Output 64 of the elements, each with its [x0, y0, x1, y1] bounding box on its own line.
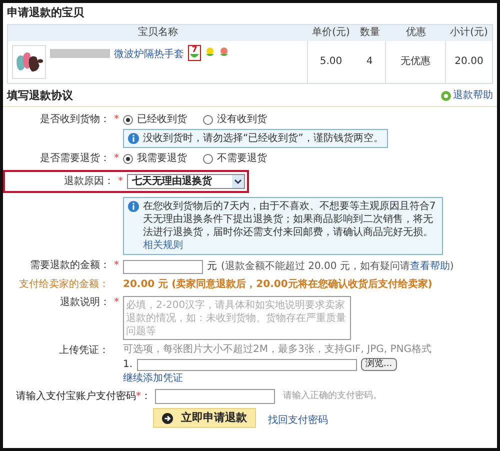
redacted-bar [50, 48, 110, 58]
item-name-link[interactable]: 微波炉隔热手套 [114, 46, 184, 62]
field-label: 需要退款的金额： [30, 259, 110, 273]
rules-link[interactable]: 相关规则 [143, 240, 183, 251]
field-label: 退款说明： [60, 296, 110, 310]
required-mark: * [114, 152, 119, 166]
radio-button[interactable] [123, 154, 133, 164]
field-label: 退款原因： [64, 174, 114, 188]
view-help-link[interactable]: 查看帮助 [410, 261, 450, 272]
add-proof-link[interactable]: 继续添加凭证 [123, 373, 432, 385]
quantity-cell: 4 [354, 40, 386, 82]
subtotal-cell-text: 20.00 [454, 55, 484, 69]
arrow-icon [162, 412, 173, 424]
required-mark: * [114, 113, 119, 127]
radio-label: 不需要退货 [217, 152, 267, 166]
reason-select[interactable]: 七天无理由退换货 [127, 174, 245, 189]
column-header: 数量 [359, 26, 381, 40]
file-path-field[interactable] [136, 358, 357, 370]
radio-button[interactable] [203, 154, 213, 164]
field-label: 是否收到货物： [40, 113, 110, 127]
file-index: 1. [123, 358, 133, 372]
section-title: 申请退款的宝贝 [6, 5, 85, 21]
field-label: 上传凭证： [59, 344, 109, 358]
column-header: 单价(元) [311, 26, 351, 40]
required-mark: * [114, 296, 119, 310]
seller-amount-text: 20.00 元 (卖家同意退款后，20.00元将在您确认收货后支付给卖家) [123, 278, 434, 292]
field-label: 请输入支付宝账户支付密码 [16, 390, 136, 404]
radio-label: 没有收到货 [217, 113, 267, 127]
password-input[interactable] [155, 389, 275, 404]
required-mark: * [118, 174, 123, 188]
submit-button[interactable]: 立即申请退款 [153, 408, 256, 428]
caret-icon [232, 175, 244, 188]
help-icon [441, 90, 451, 101]
field-label: 是否需要退货： [40, 152, 110, 166]
amount-input[interactable] [123, 260, 203, 274]
info-icon [128, 201, 139, 212]
help-link[interactable]: 退款帮助 [453, 88, 493, 104]
browse-button[interactable]: 浏览... [360, 358, 398, 371]
price-cell-text: 5.00 [318, 55, 344, 69]
recover-password-link[interactable]: 找回支付密码 [268, 413, 328, 428]
radio-button[interactable] [203, 115, 213, 125]
description-field[interactable]: 必填，2-200汉字，请具体和如实地说明要求卖家退款的情况，如：未收到货物、货物存在严重质量问题等 [123, 296, 351, 340]
flower-icon [205, 46, 215, 56]
colon-text: ： [141, 390, 151, 404]
column-header: 小计(元) [449, 26, 489, 40]
unit-text: 元 [207, 260, 217, 274]
info-icon [128, 133, 139, 144]
radio-button[interactable] [123, 115, 133, 125]
field-label: 支付给卖家的金额： [19, 278, 109, 292]
required-mark: * [136, 390, 141, 404]
notice-text: 在您收到货物后的7天内，由于不喜欢、不想要等主观原因且符合7天无理由退换条件下提出退换货；如果商品影响到二次销售，将无法进行退换货，届时你还需支付来回邮费，请确认商品完好无损。 相关规则 [143, 200, 437, 252]
radio-label: 我需要退货 [137, 152, 187, 166]
notice-text: 没收到货时，请勿选择“已经收到货”，谨防钱货两空。 [143, 132, 384, 145]
discount-cell: 无优惠 [386, 40, 446, 82]
section-title: 填写退款协议 [7, 88, 73, 104]
password-hint: 请输入正确的支付密码。 [283, 390, 382, 403]
column-header: 优惠 [405, 26, 427, 40]
amount-hint: (退款金额不能超过 20.00 元，如有疑问请查看帮助) [221, 260, 454, 273]
badge-icon: 7 [188, 44, 201, 60]
column-header: 宝贝名称 [137, 26, 179, 40]
radio-label: 已经收到货 [137, 113, 187, 127]
required-mark: * [114, 259, 119, 273]
flower-icon [219, 46, 229, 56]
upload-hint: 可选项，每张图片大小不超过2M，最多3张，支持GIF, JPG, PNG格式 [123, 344, 432, 356]
